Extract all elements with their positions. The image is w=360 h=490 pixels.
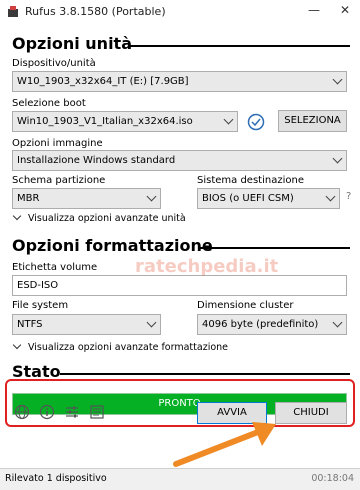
device-label: Dispositivo/unità — [12, 58, 96, 69]
cluster-select[interactable]: 4096 byte (predefinito) — [197, 314, 347, 335]
section-divider — [200, 247, 350, 249]
chevron-down-icon — [332, 74, 343, 85]
format-advanced-label: Visualizza opzioni avanzate formattazion… — [28, 342, 229, 353]
title-bar: Rufus 3.8.1580 (Portable) — ✕ — [0, 0, 360, 24]
status-text: Rilevato 1 dispositivo — [5, 473, 107, 484]
cluster-value: 4096 byte (predefinito) — [202, 319, 319, 330]
check-icon[interactable] — [247, 113, 265, 131]
help-icon[interactable]: ? — [346, 191, 351, 202]
volume-input[interactable]: ESD-ISO — [12, 275, 347, 296]
chevron-down-icon — [332, 317, 343, 328]
info-icon[interactable] — [39, 404, 55, 420]
watermark: ratechpedia.it — [135, 256, 279, 277]
image-label: Opzioni immagine — [12, 138, 103, 149]
format-advanced-toggle[interactable]: Visualizza opzioni avanzate formattazion… — [12, 340, 229, 353]
progress-text: PRONTO — [158, 398, 201, 409]
scheme-label: Schema partizione — [12, 175, 106, 186]
close-button[interactable]: CHIUDI — [275, 402, 347, 424]
chevron-down-icon — [12, 211, 22, 221]
target-label: Sistema destinazione — [197, 175, 304, 186]
drive-section-title: Opzioni unità — [12, 34, 132, 53]
boot-select[interactable]: Win10_1903_V1_Italian_x32x64.iso — [12, 111, 238, 132]
chevron-down-icon — [146, 191, 157, 202]
target-select[interactable]: BIOS (o UEFI CSM) — [197, 188, 340, 209]
arrow-pointer-icon — [173, 422, 276, 467]
scheme-value: MBR — [17, 193, 40, 204]
globe-icon[interactable] — [14, 404, 30, 420]
boot-label: Selezione boot — [12, 98, 86, 109]
volume-label: Etichetta volume — [12, 262, 98, 273]
fs-label: File system — [12, 300, 69, 311]
device-value: W10_1903_x32x64_IT (E:) [7.9GB] — [17, 76, 189, 87]
chevron-down-icon — [325, 191, 336, 202]
format-section-title: Opzioni formattazione — [12, 236, 213, 255]
fs-value: NTFS — [17, 319, 43, 330]
fs-select[interactable]: NTFS — [12, 314, 161, 335]
device-select[interactable]: W10_1903_x32x64_IT (E:) [7.9GB] — [12, 71, 347, 92]
usb-drive-icon — [8, 6, 18, 17]
section-divider — [60, 373, 350, 375]
chevron-down-icon — [146, 317, 157, 328]
chevron-down-icon — [332, 153, 343, 164]
settings-sliders-icon[interactable] — [64, 404, 80, 420]
image-value: Installazione Windows standard — [17, 155, 176, 166]
chevron-down-icon — [12, 340, 22, 350]
drive-advanced-label: Visualizza opzioni avanzate unità — [28, 213, 186, 224]
minimize-button[interactable]: — — [308, 3, 320, 17]
image-select[interactable]: Installazione Windows standard — [12, 150, 347, 171]
close-window-button[interactable]: ✕ — [340, 3, 350, 17]
drive-advanced-toggle[interactable]: Visualizza opzioni avanzate unità — [12, 211, 186, 224]
boot-value: Win10_1903_V1_Italian_x32x64.iso — [17, 116, 193, 127]
chevron-down-icon — [223, 114, 234, 125]
window-title: Rufus 3.8.1580 (Portable) — [25, 5, 166, 18]
select-button[interactable]: SELEZIONA — [278, 110, 347, 132]
cluster-label: Dimensione cluster — [197, 300, 294, 311]
status-bar: Rilevato 1 dispositivo 00:18:04 — [0, 468, 360, 490]
volume-value: ESD-ISO — [17, 280, 59, 291]
target-value: BIOS (o UEFI CSM) — [202, 193, 294, 204]
section-divider — [128, 45, 350, 47]
elapsed-time: 00:18:04 — [311, 473, 354, 484]
log-icon[interactable] — [89, 404, 105, 420]
scheme-select[interactable]: MBR — [12, 188, 161, 209]
